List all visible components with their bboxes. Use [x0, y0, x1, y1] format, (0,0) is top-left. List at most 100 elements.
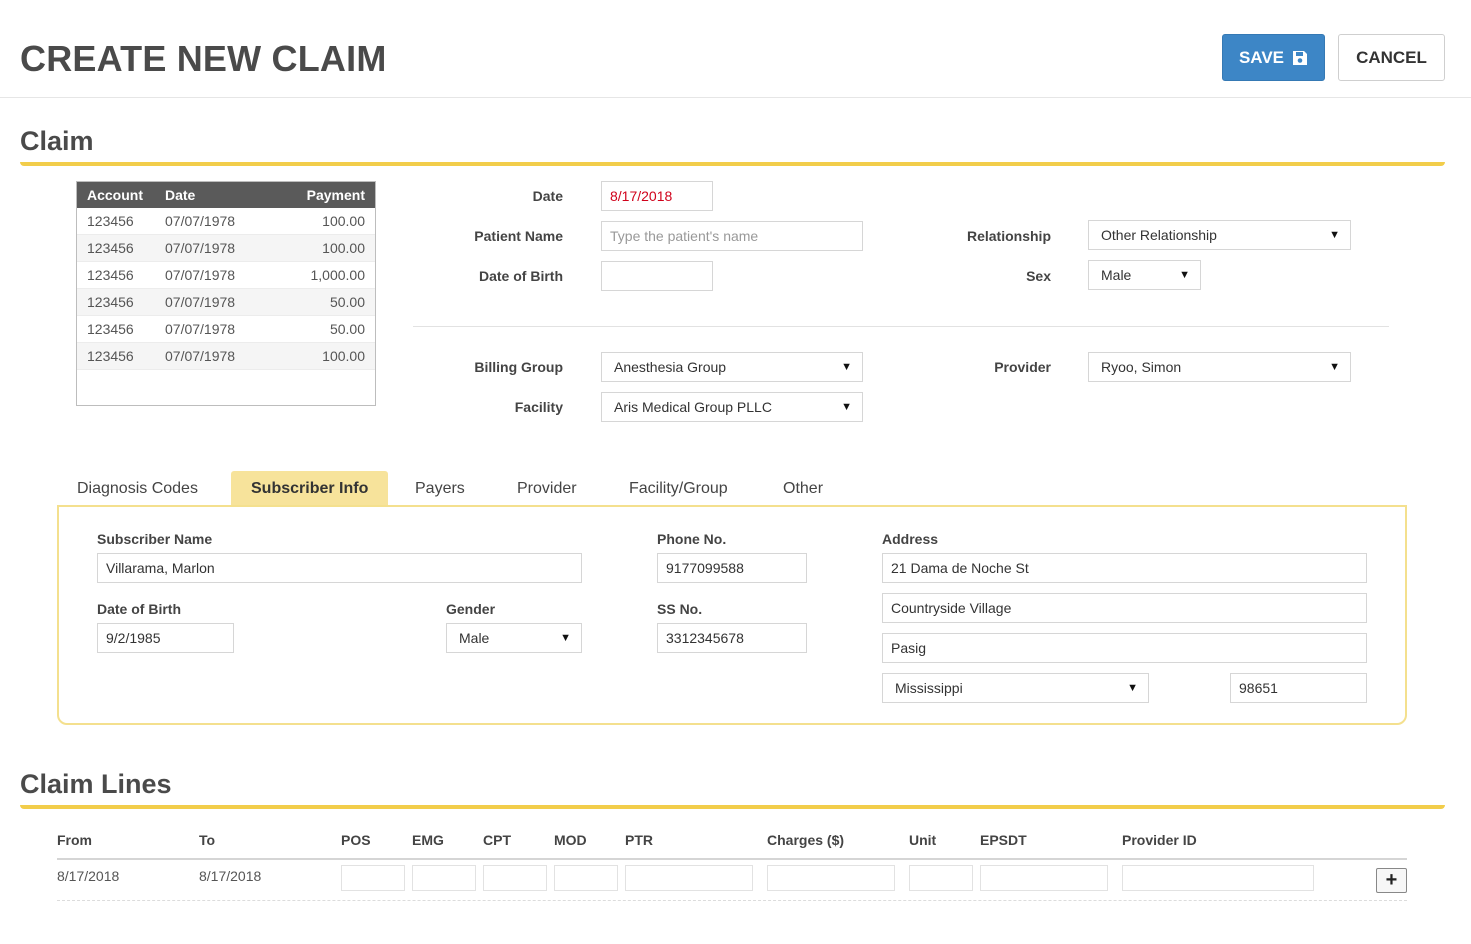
payment-cell: 1,000.00 — [310, 267, 366, 283]
ptr-input[interactable] — [625, 865, 753, 891]
zip-input[interactable]: 98651 — [1230, 673, 1367, 703]
account-cell: 123456 — [87, 321, 134, 337]
provider-id-input[interactable] — [1122, 865, 1314, 891]
header-divider — [0, 97, 1471, 98]
column-header-charges: Charges ($) — [767, 832, 845, 848]
unit-input[interactable] — [909, 865, 973, 891]
payment-cell: 50.00 — [329, 294, 365, 310]
dob-label: Date of Birth — [479, 268, 563, 284]
column-header-date: Date — [165, 187, 196, 203]
cpt-input[interactable] — [483, 865, 547, 891]
account-cell: 123456 — [87, 213, 134, 229]
subscriber-dob-label: Date of Birth — [97, 601, 181, 617]
charges-input[interactable] — [767, 865, 895, 891]
ss-label: SS No. — [657, 601, 703, 617]
column-header-unit: Unit — [909, 832, 937, 848]
payment-cell: 50.00 — [329, 321, 365, 337]
date-cell: 07/07/1978 — [165, 240, 236, 256]
claim-lines-bottom-rule — [57, 900, 1407, 901]
column-header-provider-id: Provider ID — [1122, 832, 1197, 848]
chevron-down-icon: ▼ — [1329, 361, 1340, 373]
payments-table-header: Account Date Payment — [77, 182, 375, 208]
line-to-value: 8/17/2018 — [199, 868, 262, 884]
column-header-payment: Payment — [306, 187, 365, 203]
table-row[interactable]: 123456 07/07/1978 100.00 — [77, 235, 375, 262]
payment-cell: 100.00 — [322, 240, 365, 256]
tab-provider[interactable]: Provider — [497, 471, 597, 506]
gender-select[interactable]: Male ▼ — [446, 623, 582, 653]
add-line-button[interactable]: + — [1376, 868, 1407, 893]
save-icon — [1293, 50, 1308, 65]
payment-cell: 100.00 — [322, 348, 365, 364]
column-header-from: From — [57, 832, 92, 848]
column-header-epsdt: EPSDT — [980, 832, 1027, 848]
table-row[interactable]: 123456 07/07/1978 1,000.00 — [77, 262, 375, 289]
column-header-pos: POS — [341, 832, 371, 848]
tab-facility-group[interactable]: Facility/Group — [609, 471, 748, 506]
patient-name-label: Patient Name — [474, 228, 563, 244]
city-input[interactable]: Pasig — [882, 633, 1367, 663]
save-button[interactable]: SAVE — [1222, 34, 1325, 81]
column-header-mod: MOD — [554, 832, 587, 848]
chevron-down-icon: ▼ — [1127, 682, 1138, 694]
column-header-ptr: PTR — [625, 832, 653, 848]
account-cell: 123456 — [87, 240, 134, 256]
claim-lines-header-rule — [57, 858, 1407, 860]
tab-payers[interactable]: Payers — [395, 471, 485, 506]
subscriber-dob-input[interactable]: 9/2/1985 — [97, 623, 234, 653]
cancel-button[interactable]: CANCEL — [1338, 34, 1445, 81]
dob-input[interactable] — [601, 261, 713, 291]
account-cell: 123456 — [87, 267, 134, 283]
tab-diagnosis-codes[interactable]: Diagnosis Codes — [57, 471, 218, 506]
claim-section-rule — [20, 162, 1445, 166]
provider-label: Provider — [994, 359, 1051, 375]
epsdt-input[interactable] — [980, 865, 1108, 891]
sex-select[interactable]: Male ▼ — [1088, 260, 1201, 290]
phone-input[interactable]: 9177099588 — [657, 553, 807, 583]
emg-input[interactable] — [412, 865, 476, 891]
billing-group-label: Billing Group — [474, 359, 563, 375]
payment-cell: 100.00 — [322, 213, 365, 229]
sex-value: Male — [1101, 267, 1132, 283]
payments-table: Account Date Payment 123456 07/07/1978 1… — [76, 181, 376, 406]
chevron-down-icon: ▼ — [841, 361, 852, 373]
pos-input[interactable] — [341, 865, 405, 891]
tab-other[interactable]: Other — [763, 471, 843, 506]
gender-label: Gender — [446, 601, 496, 617]
provider-value: Ryoo, Simon — [1101, 359, 1182, 375]
address-label: Address — [882, 531, 939, 547]
ss-input[interactable]: 3312345678 — [657, 623, 807, 653]
claim-lines-section-title: Claim Lines — [20, 769, 172, 799]
relationship-value: Other Relationship — [1101, 227, 1217, 243]
table-row[interactable]: 123456 07/07/1978 50.00 — [77, 289, 375, 316]
column-header-to: To — [199, 832, 216, 848]
account-cell: 123456 — [87, 348, 134, 364]
facility-label: Facility — [514, 399, 563, 415]
address-line1-input[interactable]: 21 Dama de Noche St — [882, 553, 1367, 583]
column-header-account: Account — [87, 187, 143, 203]
date-cell: 07/07/1978 — [165, 348, 236, 364]
state-select[interactable]: Mississippi ▼ — [882, 673, 1149, 703]
mod-input[interactable] — [554, 865, 618, 891]
provider-select[interactable]: Ryoo, Simon ▼ — [1088, 352, 1351, 382]
facility-value: Aris Medical Group PLLC — [614, 399, 772, 415]
table-row[interactable]: 123456 07/07/1978 100.00 — [77, 208, 375, 235]
column-header-cpt: CPT — [483, 832, 511, 848]
address-line2-input[interactable]: Countryside Village — [882, 593, 1367, 623]
date-cell: 07/07/1978 — [165, 294, 236, 310]
sex-label: Sex — [1026, 268, 1051, 284]
patient-name-input[interactable]: Type the patient's name — [601, 221, 863, 251]
billing-group-select[interactable]: Anesthesia Group ▼ — [601, 352, 863, 382]
table-row[interactable]: 123456 07/07/1978 100.00 — [77, 343, 375, 370]
facility-select[interactable]: Aris Medical Group PLLC ▼ — [601, 392, 863, 422]
claim-section-title: Claim — [20, 126, 94, 156]
date-cell: 07/07/1978 — [165, 213, 236, 229]
date-cell: 07/07/1978 — [165, 321, 236, 337]
line-from-value: 8/17/2018 — [57, 868, 120, 884]
subscriber-name-input[interactable]: Villarama, Marlon — [97, 553, 582, 583]
relationship-select[interactable]: Other Relationship ▼ — [1088, 220, 1351, 250]
table-row[interactable]: 123456 07/07/1978 50.00 — [77, 316, 375, 343]
phone-label: Phone No. — [657, 531, 727, 547]
tab-subscriber-info[interactable]: Subscriber Info — [231, 471, 389, 506]
claim-date-field[interactable]: 8/17/2018 — [601, 181, 713, 211]
